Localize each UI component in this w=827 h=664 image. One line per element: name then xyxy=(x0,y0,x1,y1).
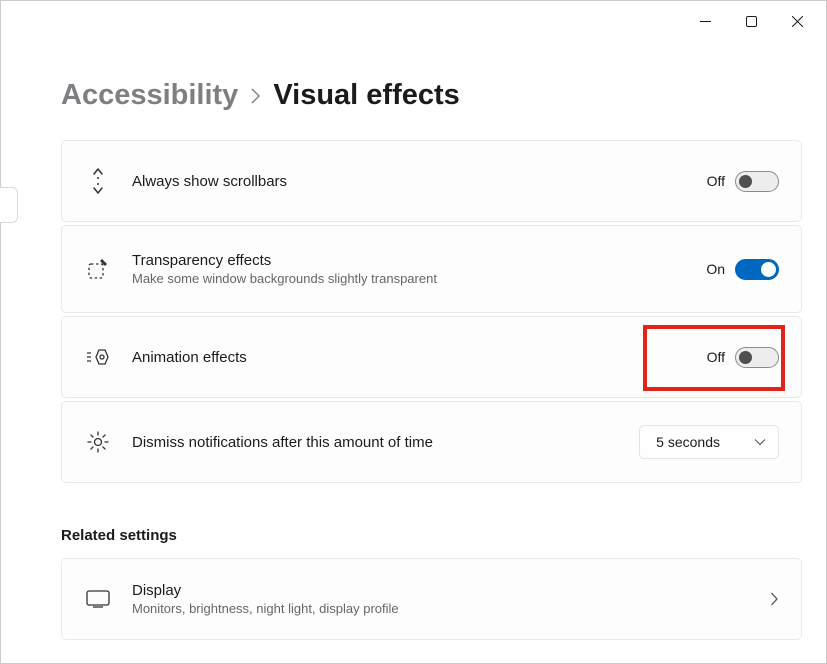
scrollbars-icon xyxy=(84,167,112,195)
scrollbars-toggle[interactable] xyxy=(735,171,779,192)
chevron-right-icon xyxy=(250,87,261,105)
toggle-state-label: Off xyxy=(707,349,725,365)
transparency-icon xyxy=(84,258,112,280)
select-value: 5 seconds xyxy=(656,434,720,450)
side-tab[interactable] xyxy=(0,187,18,223)
toggle-state-label: On xyxy=(706,261,725,277)
minimize-button[interactable] xyxy=(682,5,728,37)
toggle-state-label: Off xyxy=(707,173,725,189)
chevron-down-icon xyxy=(754,438,766,446)
related-settings-header: Related settings xyxy=(61,527,802,544)
setting-title: Animation effects xyxy=(132,349,707,366)
breadcrumb: Accessibility Visual effects xyxy=(61,79,802,112)
maximize-icon xyxy=(746,16,757,27)
minimize-icon xyxy=(700,16,711,27)
titlebar xyxy=(1,1,826,41)
transparency-toggle[interactable] xyxy=(735,259,779,280)
page-title: Visual effects xyxy=(273,79,459,112)
brightness-icon xyxy=(84,430,112,454)
setting-dismiss-notifications: Dismiss notifications after this amount … xyxy=(61,401,802,483)
related-display[interactable]: Display Monitors, brightness, night ligh… xyxy=(61,558,802,640)
setting-title: Transparency effects xyxy=(132,252,706,269)
display-icon xyxy=(84,590,112,608)
setting-transparency: Transparency effects Make some window ba… xyxy=(61,225,802,313)
setting-animation: Animation effects Off xyxy=(61,316,802,398)
setting-subtitle: Monitors, brightness, night light, displ… xyxy=(132,601,770,616)
setting-title: Always show scrollbars xyxy=(132,173,707,190)
setting-title: Dismiss notifications after this amount … xyxy=(132,434,639,451)
setting-title: Display xyxy=(132,582,770,599)
setting-subtitle: Make some window backgrounds slightly tr… xyxy=(132,271,706,286)
setting-scrollbars: Always show scrollbars Off xyxy=(61,140,802,222)
animation-toggle[interactable] xyxy=(735,347,779,368)
dismiss-time-select[interactable]: 5 seconds xyxy=(639,425,779,459)
breadcrumb-parent[interactable]: Accessibility xyxy=(61,79,238,112)
animation-icon xyxy=(84,347,112,367)
maximize-button[interactable] xyxy=(728,5,774,37)
chevron-right-icon xyxy=(770,591,779,607)
close-button[interactable] xyxy=(774,5,820,37)
close-icon xyxy=(792,16,803,27)
